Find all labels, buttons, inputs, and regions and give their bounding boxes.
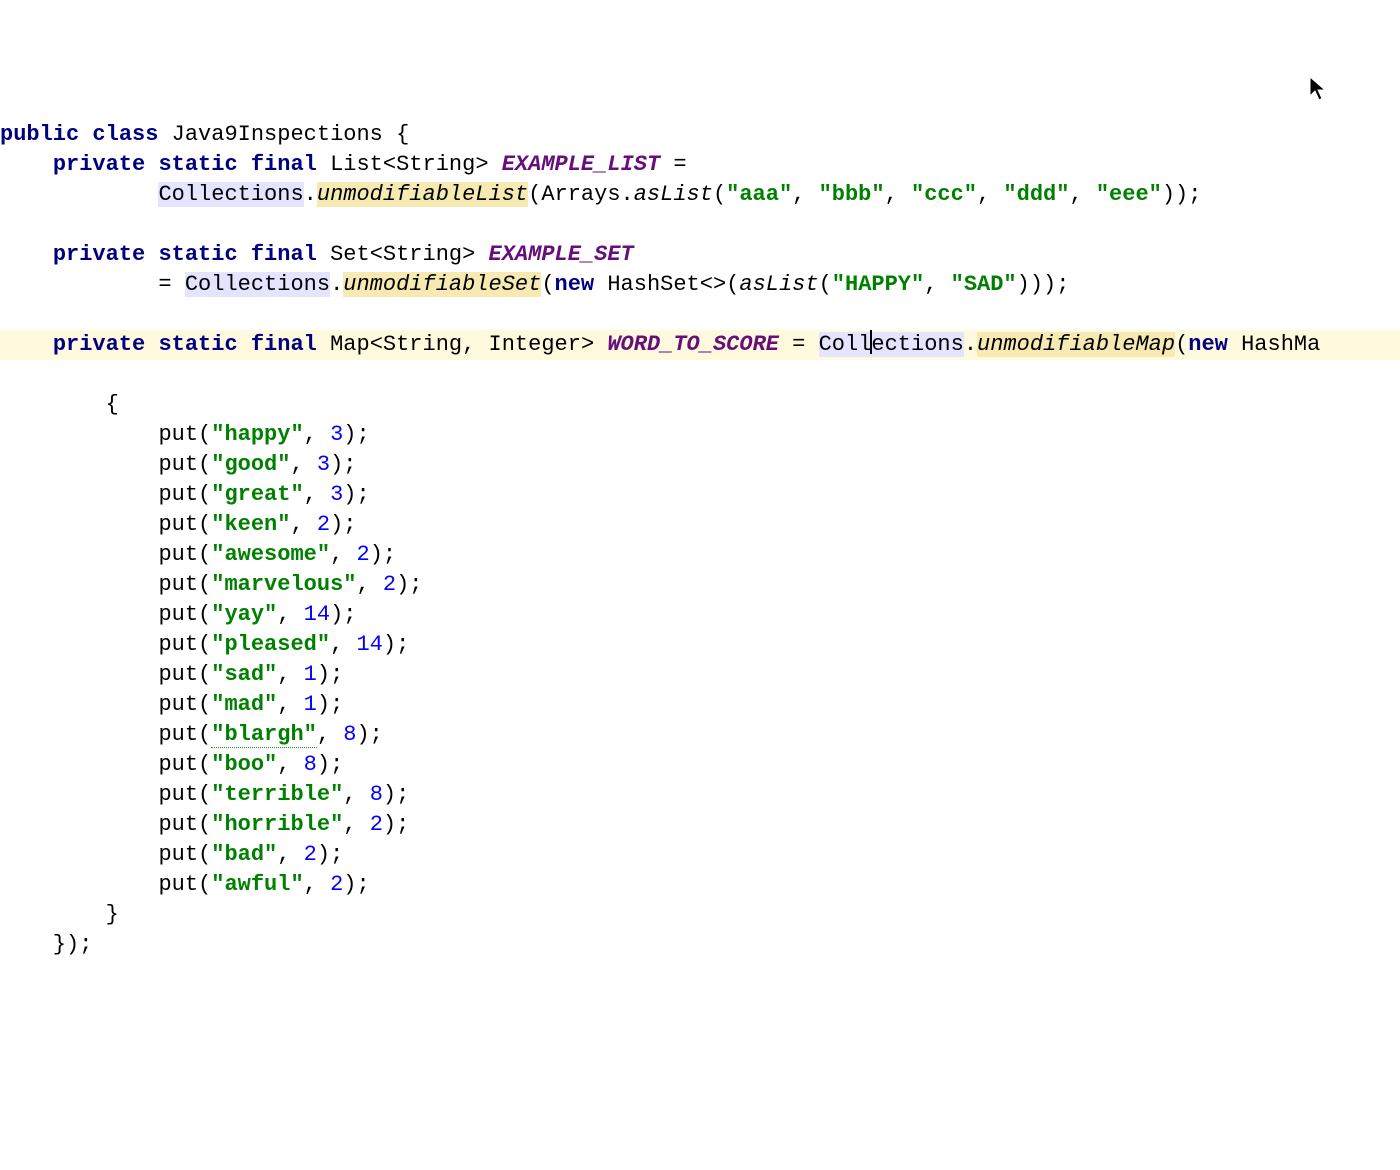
map-entries-block: put("happy", 3); put("good", 3); put("gr… (0, 420, 1400, 900)
code-line: private static final Set<String> EXAMPLE… (0, 242, 634, 267)
put-call: put (158, 482, 198, 507)
const-word-to-score: WORD_TO_SCORE (607, 332, 779, 357)
code-line: put("great", 3); (0, 482, 370, 507)
code-line: put("horrible", 2); (0, 812, 409, 837)
code-line: put("marvelous", 2); (0, 572, 423, 597)
map-key: "bad" (211, 842, 277, 867)
const-example-set: EXAMPLE_SET (489, 242, 634, 267)
map-value: 1 (304, 692, 317, 717)
map-key: "sad" (211, 662, 277, 687)
put-call: put (158, 512, 198, 537)
put-call: put (158, 632, 198, 657)
code-line: put("bad", 2); (0, 842, 343, 867)
keyword-public: public (0, 122, 79, 147)
put-call: put (158, 452, 198, 477)
method-unmodifiableList: unmodifiableList (317, 182, 528, 207)
code-line: put("keen", 2); (0, 512, 356, 537)
put-call: put (158, 722, 198, 747)
code-line: put("pleased", 14); (0, 632, 409, 657)
const-example-list: EXAMPLE_LIST (502, 152, 660, 177)
map-value: 3 (330, 482, 343, 507)
code-line: put("yay", 14); (0, 602, 356, 627)
keyword-class: class (92, 122, 158, 147)
code-line: put("sad", 1); (0, 662, 343, 687)
blank-line (0, 212, 13, 237)
map-key: "great" (211, 482, 303, 507)
map-key: "good" (211, 452, 290, 477)
put-call: put (158, 782, 198, 807)
map-value: 2 (356, 542, 369, 567)
put-call: put (158, 662, 198, 687)
code-line: put("awful", 2); (0, 872, 370, 897)
code-line: { (0, 392, 119, 417)
code-line: put("mad", 1); (0, 692, 343, 717)
put-call: put (158, 872, 198, 897)
mouse-cursor-icon (1309, 76, 1329, 102)
map-value: 1 (304, 662, 317, 687)
code-line: put("boo", 8); (0, 752, 343, 777)
map-key: "awesome" (211, 542, 330, 567)
code-line: public class Java9Inspections { (0, 122, 409, 147)
map-value: 2 (330, 872, 343, 897)
map-value: 3 (317, 452, 330, 477)
map-value: 2 (304, 842, 317, 867)
map-value: 3 (330, 422, 343, 447)
code-line: put("blargh", 8); (0, 722, 383, 748)
code-line: put("terrible", 8); (0, 782, 409, 807)
put-call: put (158, 812, 198, 837)
method-unmodifiableMap: unmodifiableMap (977, 332, 1175, 357)
map-value: 14 (304, 602, 330, 627)
put-call: put (158, 542, 198, 567)
method-unmodifiableSet: unmodifiableSet (343, 272, 541, 297)
map-key: "yay" (211, 602, 277, 627)
map-key: "marvelous" (211, 572, 356, 597)
map-key: "pleased" (211, 632, 330, 657)
collections-ref: Collections (185, 272, 330, 297)
map-value: 8 (304, 752, 317, 777)
map-key: "keen" (211, 512, 290, 537)
code-line: private static final List<String> EXAMPL… (0, 152, 687, 177)
map-value: 14 (356, 632, 382, 657)
map-value: 8 (370, 782, 383, 807)
code-line: }); (0, 932, 92, 957)
code-line-current: private static final Map<String, Integer… (0, 330, 1400, 360)
class-name: Java9Inspections (172, 122, 383, 147)
put-call: put (158, 602, 198, 627)
map-value: 8 (343, 722, 356, 747)
code-line: } (0, 902, 119, 927)
put-call: put (158, 572, 198, 597)
put-call: put (158, 422, 198, 447)
code-line: put("happy", 3); (0, 422, 370, 447)
map-key: "terrible" (211, 782, 343, 807)
map-value: 2 (370, 812, 383, 837)
code-editor[interactable]: public class Java9Inspections { private … (0, 120, 1400, 960)
map-key: "mad" (211, 692, 277, 717)
put-call: put (158, 752, 198, 777)
map-key: "blargh" (211, 722, 317, 748)
map-key: "horrible" (211, 812, 343, 837)
code-line: put("awesome", 2); (0, 542, 396, 567)
put-call: put (158, 692, 198, 717)
blank-line (0, 302, 13, 327)
code-line: Collections.unmodifiableList(Arrays.asLi… (0, 182, 1201, 207)
code-line: put("good", 3); (0, 452, 356, 477)
map-key: "happy" (211, 422, 303, 447)
map-value: 2 (317, 512, 330, 537)
put-call: put (158, 842, 198, 867)
map-key: "awful" (211, 872, 303, 897)
code-line: = Collections.unmodifiableSet(new HashSe… (0, 272, 1069, 297)
collections-ref: Collections (158, 182, 303, 207)
collections-ref: Collections (819, 332, 964, 357)
text-caret (870, 330, 872, 354)
map-key: "boo" (211, 752, 277, 777)
map-value: 2 (383, 572, 396, 597)
